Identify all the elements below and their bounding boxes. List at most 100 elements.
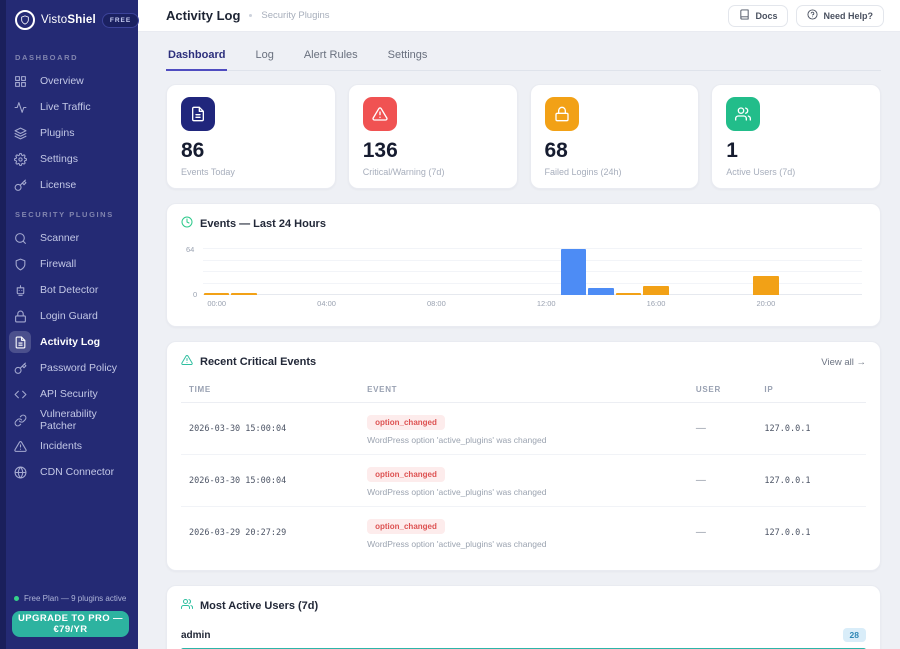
chart-bar-00:00[interactable] <box>204 293 229 295</box>
alert-triangle-icon <box>9 435 31 457</box>
event-ip: 127.0.0.1 <box>756 507 866 559</box>
active-users-card: Most Active Users (7d) admin28 <box>166 585 881 649</box>
sidebar-item-firewall[interactable]: Firewall <box>0 251 138 277</box>
tab-log[interactable]: Log <box>253 45 275 71</box>
link-icon <box>14 414 27 427</box>
sidebar-item-label: CDN Connector <box>40 466 114 478</box>
breadcrumb-separator <box>249 14 252 17</box>
sidebar-item-label: Activity Log <box>40 336 100 348</box>
stats-row: 86Events Today136Critical/Warning (7d)68… <box>166 84 881 189</box>
critical-events-header: Recent Critical Events View all → <box>181 353 866 371</box>
chart-ytick-min: 0 <box>193 290 197 299</box>
sidebar-item-overview[interactable]: Overview <box>0 68 138 94</box>
stat-card-active-users-7d: 1Active Users (7d) <box>711 84 881 189</box>
sidebar-item-vulnerability-patcher[interactable]: Vulnerability Patcher <box>0 407 138 433</box>
column-header-user: USER <box>688 379 757 403</box>
page-title: Activity Log <box>166 8 240 23</box>
shield-icon <box>14 258 27 271</box>
events-chart-card: Events — Last 24 Hours 640 00:0004:0008:… <box>166 203 881 327</box>
sidebar-item-label: Overview <box>40 75 84 87</box>
chart-bar-16:00[interactable] <box>643 286 668 295</box>
sidebar-nav: DASHBOARDOverviewLive TrafficPluginsSett… <box>0 39 138 584</box>
alert-triangle-icon <box>181 353 193 371</box>
chart-bar-slot <box>203 293 230 295</box>
sidebar-item-label: Vulnerability Patcher <box>40 408 128 432</box>
sidebar-item-settings[interactable]: Settings <box>0 146 138 172</box>
brand[interactable]: VistoShiel FREE <box>0 0 138 39</box>
sidebar-item-scanner[interactable]: Scanner <box>0 225 138 251</box>
help-button[interactable]: Need Help? <box>796 5 884 27</box>
tab-alert-rules[interactable]: Alert Rules <box>302 45 360 71</box>
tab-dashboard[interactable]: Dashboard <box>166 45 227 71</box>
sidebar-footer: Free Plan — 9 plugins active UPGRADE TO … <box>0 584 138 649</box>
sidebar-item-bot-detector[interactable]: Bot Detector <box>0 277 138 303</box>
stat-label: Critical/Warning (7d) <box>363 167 503 177</box>
chart-bar-slot <box>642 286 669 295</box>
stat-value: 86 <box>181 140 321 161</box>
shield-icon <box>9 253 31 275</box>
chart-bar-01:00[interactable] <box>231 293 256 295</box>
topbar: Activity Log Security Plugins Docs Need … <box>138 0 900 32</box>
sidebar-item-live-traffic[interactable]: Live Traffic <box>0 94 138 120</box>
plan-status: Free Plan — 9 plugins active <box>14 594 129 603</box>
bot-icon <box>14 284 27 297</box>
tab-settings[interactable]: Settings <box>386 45 430 71</box>
chart-bar-slot <box>560 249 587 295</box>
grid-icon <box>14 75 27 88</box>
sidebar-item-plugins[interactable]: Plugins <box>0 120 138 146</box>
sidebar-item-label: Plugins <box>40 127 74 139</box>
chart-bar-14:00[interactable] <box>588 288 613 295</box>
sidebar-item-login-guard[interactable]: Login Guard <box>0 303 138 329</box>
file-icon <box>9 331 31 353</box>
help-button-label: Need Help? <box>823 11 873 21</box>
key-icon <box>9 357 31 379</box>
chart-bars <box>203 249 862 295</box>
event-description: WordPress option 'active_plugins' was ch… <box>367 539 680 549</box>
sidebar-item-cdn-connector[interactable]: CDN Connector <box>0 459 138 485</box>
lock-icon <box>545 97 579 131</box>
globe-icon <box>14 466 27 479</box>
chart-bar-13:00[interactable] <box>561 249 586 295</box>
sidebar-item-label: Live Traffic <box>40 101 91 113</box>
breadcrumb: Activity Log Security Plugins <box>166 8 330 23</box>
event-user: — <box>688 507 757 559</box>
critical-events-view-all-link[interactable]: View all → <box>821 357 866 368</box>
file-icon <box>190 106 206 122</box>
sidebar-item-label: Password Policy <box>40 362 117 374</box>
globe-icon <box>9 461 31 483</box>
grid-icon <box>9 70 31 92</box>
upgrade-button[interactable]: UPGRADE TO PRO — €79/YR <box>12 611 129 637</box>
sidebar-item-license[interactable]: License <box>0 172 138 198</box>
stat-card-critical-warning-7d: 136Critical/Warning (7d) <box>348 84 518 189</box>
sidebar-item-api-security[interactable]: API Security <box>0 381 138 407</box>
plan-status-text: Free Plan — 9 plugins active <box>24 594 126 603</box>
main-area: Activity Log Security Plugins Docs Need … <box>138 0 900 649</box>
critical-events-table: TIMEEVENTUSERIP 2026-03-30 15:00:04optio… <box>181 379 866 558</box>
event-user: — <box>688 403 757 455</box>
stat-card-events-today: 86Events Today <box>166 84 336 189</box>
event-description: WordPress option 'active_plugins' was ch… <box>367 435 680 445</box>
topbar-actions: Docs Need Help? <box>728 5 884 27</box>
link-icon <box>9 409 31 431</box>
active-users-title: Most Active Users (7d) <box>200 600 318 612</box>
chart-bar-20:00[interactable] <box>753 276 778 295</box>
event-time: 2026-03-29 20:27:29 <box>181 507 359 559</box>
event-cell: option_changedWordPress option 'active_p… <box>359 455 688 507</box>
column-header-event: EVENT <box>359 379 688 403</box>
users-icon <box>181 597 193 615</box>
gear-icon <box>9 148 31 170</box>
critical-event-row: 2026-03-30 15:00:04option_changedWordPre… <box>181 403 866 455</box>
content: DashboardLogAlert RulesSettings 86Events… <box>138 32 900 649</box>
event-time: 2026-03-30 15:00:04 <box>181 455 359 507</box>
help-circle-icon <box>807 9 818 22</box>
book-icon <box>739 9 750 20</box>
event-cell: option_changedWordPress option 'active_p… <box>359 403 688 455</box>
sidebar-item-password-policy[interactable]: Password Policy <box>0 355 138 381</box>
chart-bar-15:00[interactable] <box>616 293 641 295</box>
activity-icon <box>14 101 27 114</box>
brand-name: VistoShiel <box>41 14 96 26</box>
docs-button[interactable]: Docs <box>728 5 788 27</box>
sidebar-item-incidents[interactable]: Incidents <box>0 433 138 459</box>
event-type-badge: option_changed <box>367 519 445 534</box>
sidebar-item-activity-log[interactable]: Activity Log <box>0 329 138 355</box>
